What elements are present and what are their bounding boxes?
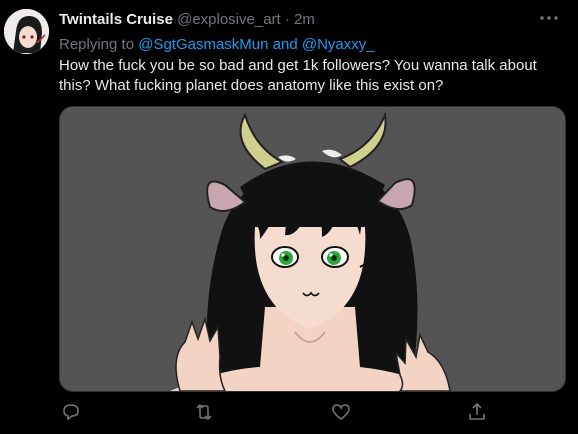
share-button[interactable] <box>465 400 489 424</box>
header-separator: · <box>284 11 290 28</box>
heart-icon <box>332 404 350 421</box>
replying-to: Replying to @SgtGasmaskMun and @Nyaxxy_ <box>59 35 375 55</box>
reply-mention-link[interactable]: @Nyaxxy_ <box>302 36 375 53</box>
share-icon <box>469 402 485 420</box>
tweet-text: How the fuck you be so bad and get 1k fo… <box>59 57 537 94</box>
reply-and-text: and <box>268 36 302 53</box>
tweet-timestamp[interactable]: 2m <box>294 11 315 28</box>
tweet-actions <box>59 400 529 424</box>
tweet[interactable]: Twintails Cruise @explosive_art · 2m Rep… <box>0 0 578 434</box>
retweet-button[interactable] <box>192 400 216 424</box>
user-handle[interactable]: @explosive_art <box>177 11 281 28</box>
more-options-button[interactable] <box>538 8 560 28</box>
tweet-header: Twintails Cruise @explosive_art · 2m <box>59 10 315 30</box>
reply-mention-link[interactable]: @SgtGasmaskMun <box>138 36 268 53</box>
like-button[interactable] <box>329 400 353 424</box>
display-name[interactable]: Twintails Cruise <box>59 11 173 28</box>
reply-bubble-icon <box>63 404 79 421</box>
retweet-icon <box>196 403 212 421</box>
avatar[interactable] <box>4 9 49 54</box>
tweet-media-image[interactable] <box>59 106 566 392</box>
reply-button[interactable] <box>59 400 83 424</box>
replying-prefix: Replying to <box>59 36 139 53</box>
more-dots-icon <box>540 16 558 20</box>
